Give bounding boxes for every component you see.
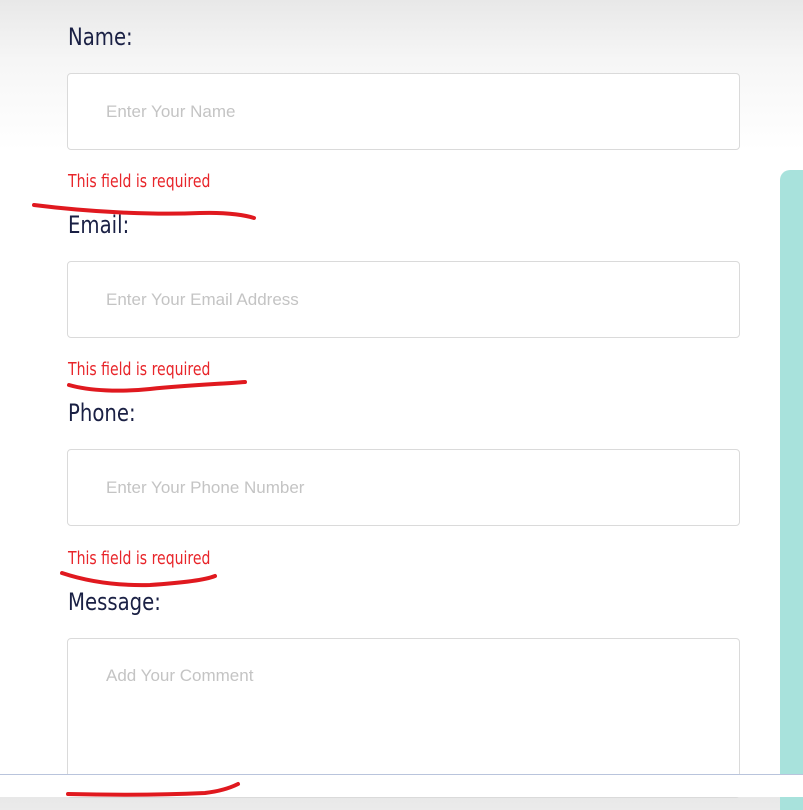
phone-label: Phone: <box>68 399 136 427</box>
name-label: Name: <box>68 23 133 51</box>
message-label: Message: <box>68 588 161 616</box>
phone-error-message: This field is required <box>68 548 211 569</box>
email-label: Email: <box>68 211 130 239</box>
phone-input[interactable] <box>67 449 740 526</box>
annotation-underline-phone <box>60 571 217 588</box>
email-error-message: This field is required <box>68 359 211 380</box>
side-panel <box>780 170 803 810</box>
annotation-underline-name <box>32 203 256 220</box>
name-input[interactable] <box>67 73 740 150</box>
annotation-underline-email <box>67 380 247 393</box>
email-input[interactable] <box>67 261 740 338</box>
name-error-message: This field is required <box>68 171 211 192</box>
page-bottom-edge <box>0 774 803 797</box>
